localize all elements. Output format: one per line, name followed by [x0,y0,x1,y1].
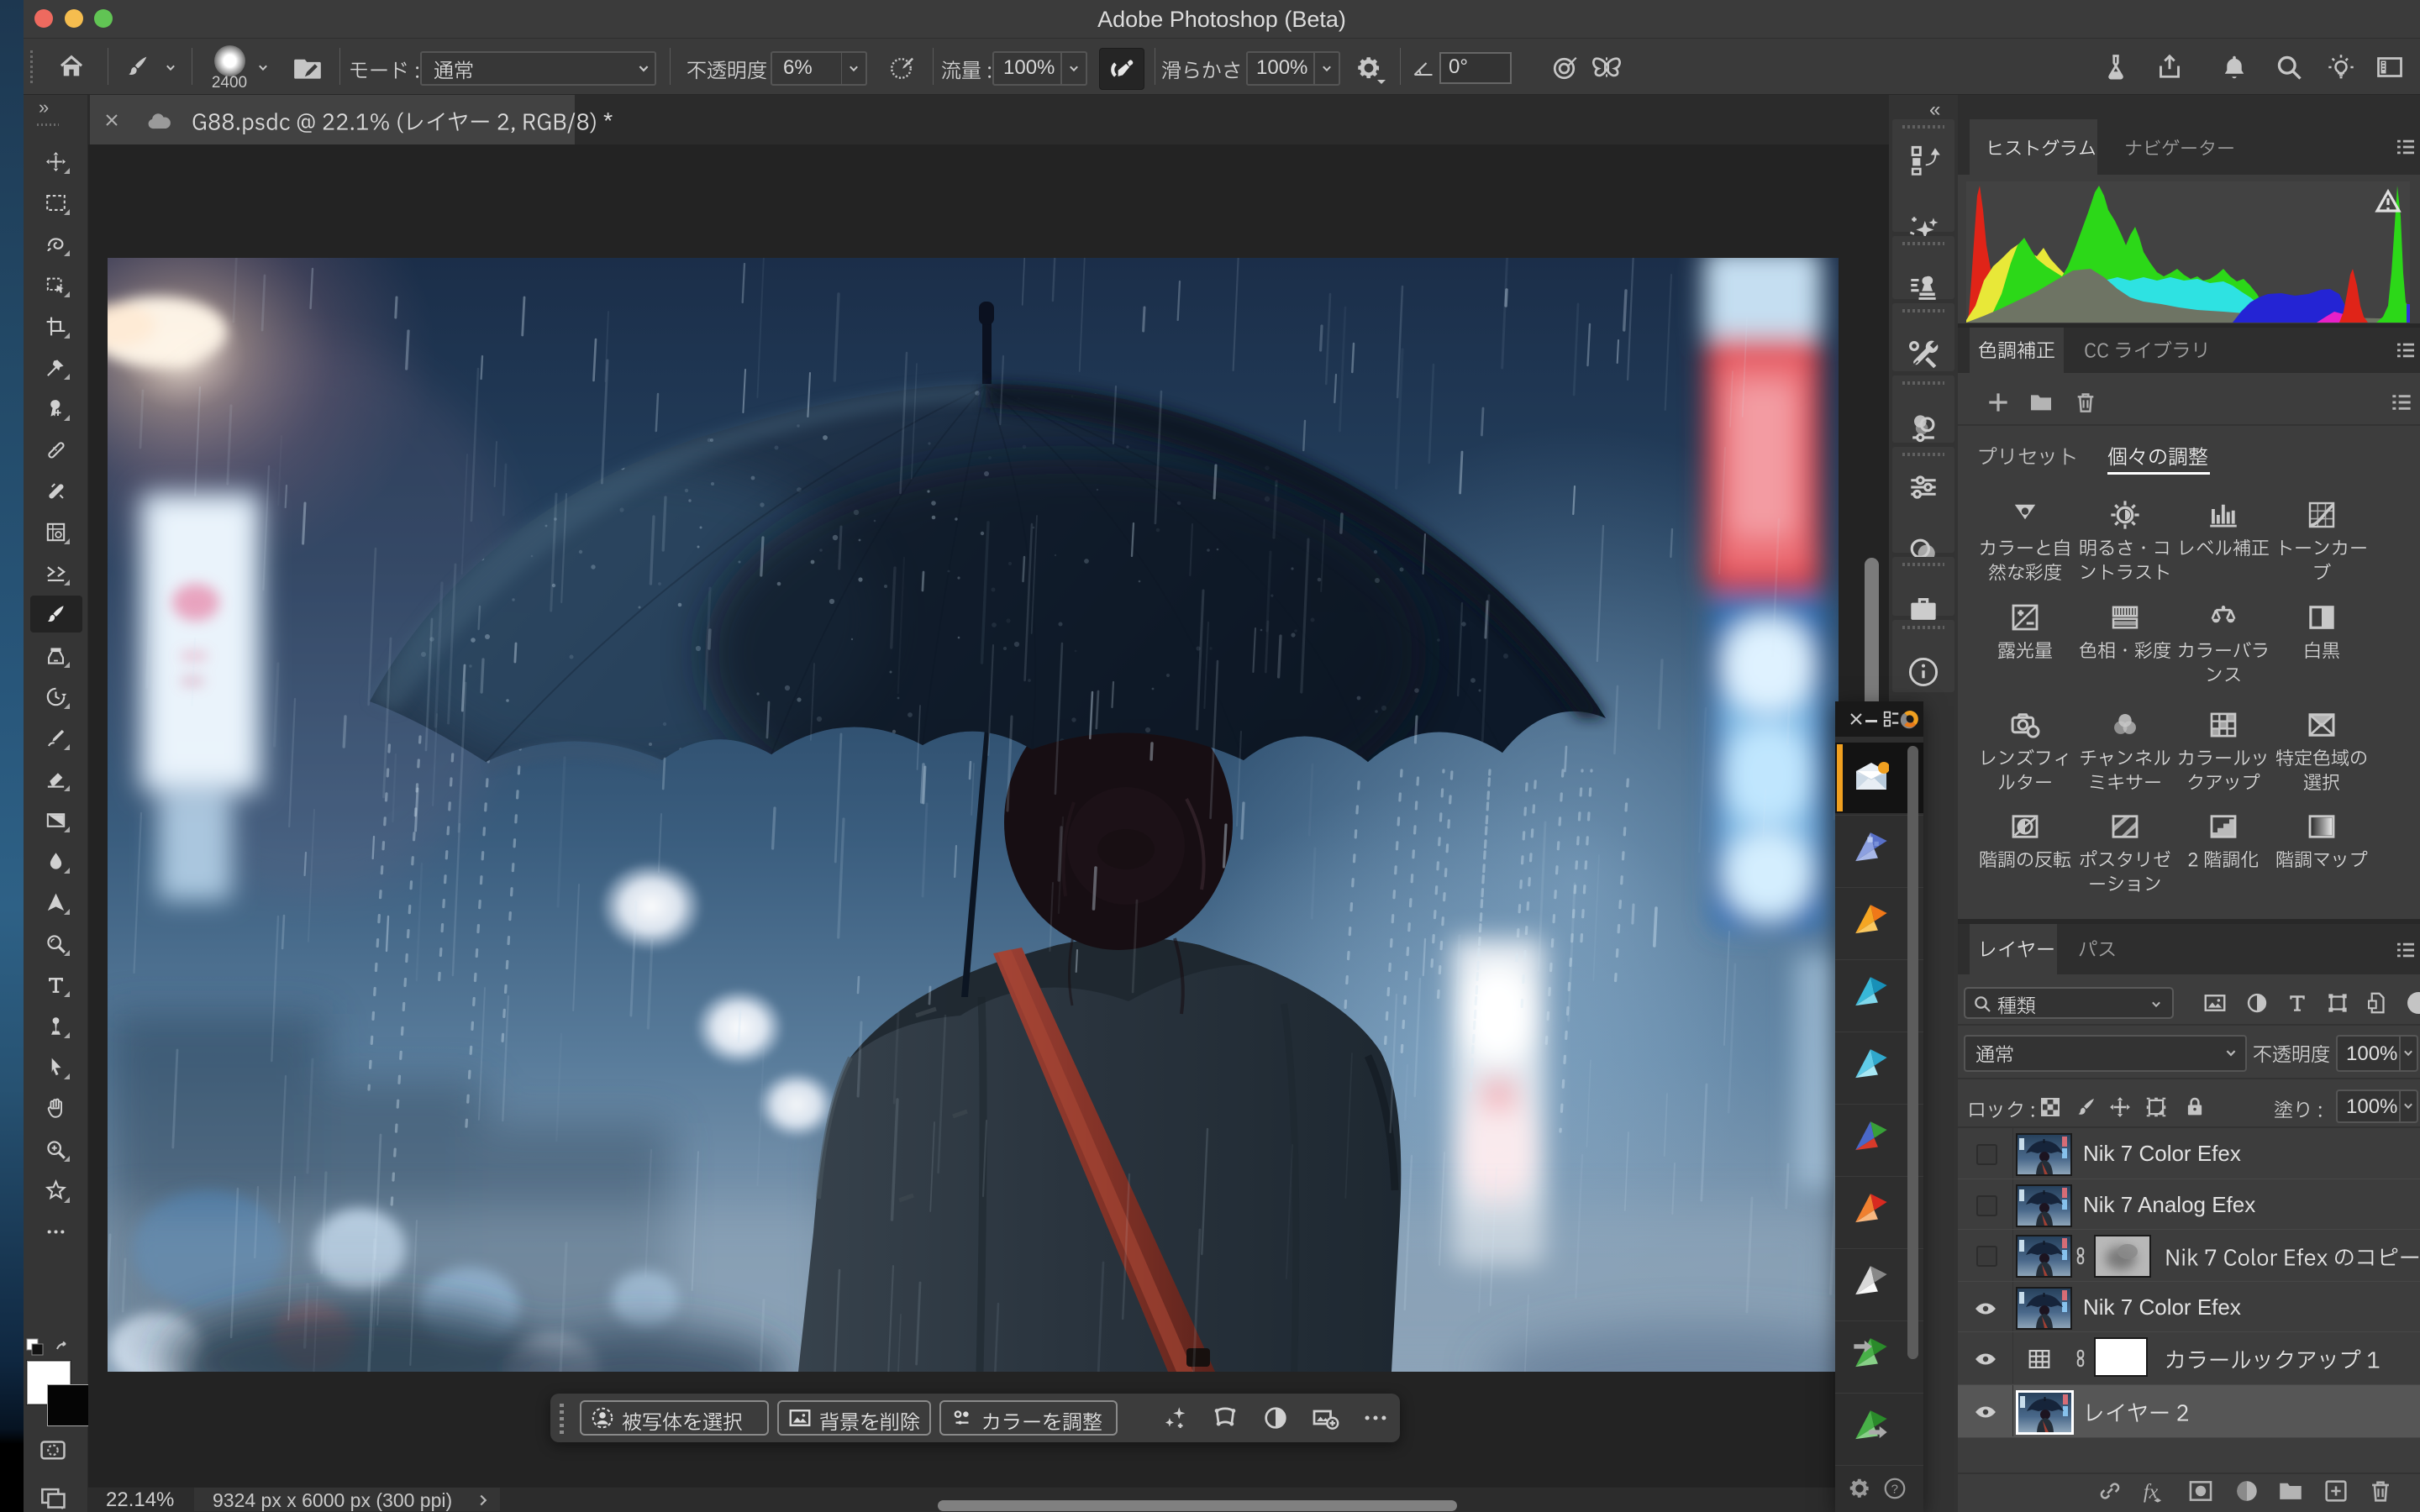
svg-text:?: ? [1891,1483,1898,1497]
